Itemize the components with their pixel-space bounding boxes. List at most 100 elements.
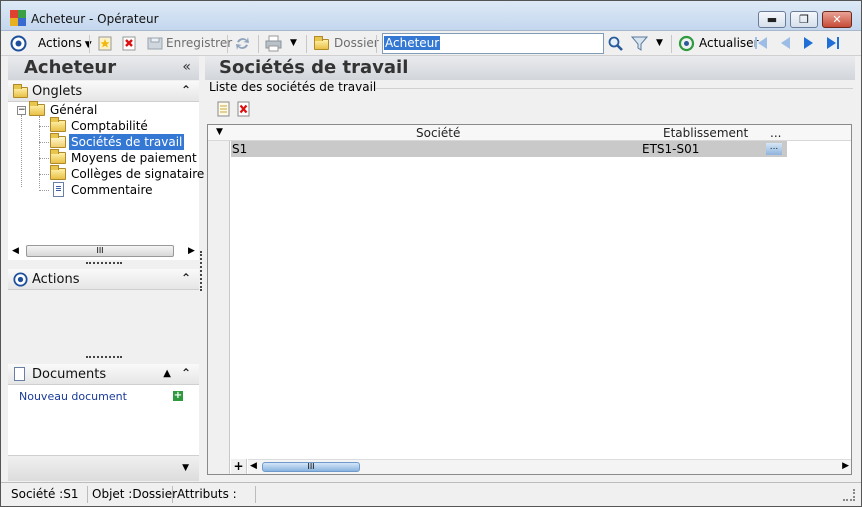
- collapse-up-icon[interactable]: ⌃: [181, 366, 191, 380]
- print-dropdown-icon[interactable]: ▼: [290, 35, 297, 52]
- document-icon: [53, 182, 64, 197]
- folder-icon: [314, 36, 329, 50]
- tree-collapse-toggle[interactable]: −: [17, 106, 26, 115]
- title-bar[interactable]: Acheteur - Opérateur ▬ ❐ ✕: [1, 1, 861, 31]
- main-panel-header: Sociétés de travail: [205, 56, 855, 80]
- main-panel: Sociétés de travail Liste des sociétés d…: [205, 56, 855, 481]
- scroll-thumb[interactable]: III: [262, 462, 360, 472]
- refresh-icon[interactable]: [678, 35, 695, 52]
- save-button[interactable]: Enregistrer: [166, 35, 232, 52]
- cell-societe[interactable]: S1: [232, 142, 247, 156]
- tabs-section-header[interactable]: Onglets ⌃: [8, 81, 199, 102]
- sync-arrows-icon[interactable]: [234, 35, 251, 52]
- splitter-grip[interactable]: [86, 356, 122, 360]
- open-folder-icon: [50, 133, 66, 148]
- folder-icon: [50, 165, 66, 180]
- new-row-icon[interactable]: [217, 101, 231, 117]
- folder-icon: [29, 101, 45, 116]
- tree-line: [39, 174, 49, 175]
- scroll-left-icon[interactable]: ◀: [250, 461, 257, 471]
- list-groupbox: Liste des sociétés de travail ▼ Société …: [205, 80, 855, 481]
- cell-etablissement[interactable]: ETS1-S01: [642, 142, 699, 156]
- collapse-up-icon[interactable]: ⌃: [181, 83, 191, 97]
- tree-item-label: Comptabilité: [71, 119, 148, 133]
- toolbar-separator: [671, 35, 672, 53]
- grid-horizontal-scrollbar[interactable]: ◀ III ▶: [248, 459, 851, 474]
- vertical-splitter-grip[interactable]: [200, 251, 204, 291]
- chevron-up-icon[interactable]: ▲: [163, 368, 171, 379]
- new-star-icon[interactable]: [97, 35, 114, 52]
- scroll-right-icon[interactable]: ▶: [188, 246, 195, 256]
- table-row[interactable]: S1 ETS1-S01 ...: [231, 141, 787, 157]
- delete-icon[interactable]: [121, 35, 138, 52]
- actions-section-body: [8, 290, 199, 351]
- documents-section-header[interactable]: Documents ▲ ⌃: [8, 364, 199, 385]
- first-record-icon[interactable]: [753, 34, 769, 52]
- save-icon: [147, 37, 163, 50]
- toolbar-separator: [227, 35, 228, 53]
- previous-record-icon[interactable]: [777, 34, 793, 52]
- close-button[interactable]: ✕: [822, 11, 852, 28]
- status-attributs: Attributs :: [174, 486, 256, 503]
- folder-icon: [50, 149, 66, 164]
- row-menu-icon[interactable]: ▼: [216, 127, 223, 137]
- search-icon[interactable]: [607, 35, 624, 52]
- folder-icon: [50, 117, 66, 132]
- toolbar-separator: [258, 35, 259, 53]
- add-icon[interactable]: +: [173, 391, 183, 401]
- search-input-value: Acheteur: [384, 36, 441, 50]
- column-header-societe[interactable]: Société: [416, 126, 460, 140]
- status-objet: Objet :Dossier: [89, 486, 177, 503]
- toolbar: Actions ▼ Enregistrer ▼ Dossier Acheteur…: [1, 31, 861, 56]
- actions-section-label: Actions: [32, 272, 80, 287]
- next-record-icon[interactable]: [801, 34, 817, 52]
- maximize-button[interactable]: ❐: [790, 11, 818, 28]
- filter-icon[interactable]: [631, 35, 648, 52]
- splitter-grip[interactable]: [86, 262, 122, 266]
- left-panel-header: Acheteur «: [8, 56, 199, 80]
- scroll-thumb[interactable]: III: [26, 245, 174, 257]
- group-label: Liste des sociétés de travail: [209, 80, 381, 94]
- actions-target-icon[interactable]: [10, 35, 27, 52]
- filter-dropdown-icon[interactable]: ▼: [656, 35, 663, 52]
- add-row-button[interactable]: +: [231, 459, 247, 474]
- refresh-button[interactable]: Actualiser: [699, 35, 759, 52]
- last-record-icon[interactable]: [825, 34, 841, 52]
- document-icon: [14, 367, 25, 381]
- column-header-more[interactable]: ...: [770, 126, 781, 140]
- left-panel: Acheteur « Onglets ⌃ − Général Comptabil…: [8, 56, 204, 481]
- tabs-tree: − Général Comptabilité Sociétés de trava…: [8, 101, 204, 243]
- actions-section-header[interactable]: Actions ⌃: [8, 269, 199, 290]
- application-window: Acheteur - Opérateur ▬ ❐ ✕ Actions ▼ Enr…: [0, 0, 862, 507]
- collapse-up-icon[interactable]: ⌃: [181, 271, 191, 285]
- documents-section-body: Nouveau document +: [8, 385, 199, 455]
- chevron-down-icon[interactable]: ▼: [182, 463, 189, 473]
- column-header-etablissement[interactable]: Etablissement: [663, 126, 748, 140]
- group-divider: [375, 88, 853, 89]
- tree-root-label: Général: [50, 103, 98, 117]
- scroll-left-icon[interactable]: ◀: [12, 246, 19, 256]
- resize-grip[interactable]: [843, 489, 855, 501]
- row-indicator-column: [208, 125, 230, 474]
- left-panel-footer: ▼: [8, 455, 199, 481]
- app-icon: [10, 10, 26, 26]
- chevron-down-icon: ▼: [81, 40, 92, 50]
- collapse-panel-button[interactable]: «: [182, 59, 191, 75]
- tree-line: [39, 190, 49, 191]
- actions-menu-label: Actions: [38, 36, 82, 50]
- row-ellipsis-button[interactable]: ...: [766, 143, 782, 155]
- actions-menu[interactable]: Actions ▼: [38, 35, 92, 52]
- folder-button[interactable]: Dossier: [334, 35, 379, 52]
- delete-row-icon[interactable]: [237, 101, 251, 117]
- print-icon[interactable]: [265, 35, 282, 52]
- data-grid[interactable]: ▼ Société Etablissement ... S1 ETS1-S01 …: [207, 124, 852, 475]
- tree-line: [39, 158, 49, 159]
- scroll-right-icon[interactable]: ▶: [842, 461, 849, 471]
- tree-item-label: Moyens de paiement: [71, 151, 197, 165]
- documents-section-label: Documents: [32, 367, 107, 382]
- tree-horizontal-scrollbar[interactable]: ◀ III ▶: [8, 243, 199, 260]
- search-input[interactable]: Acheteur: [382, 33, 604, 54]
- new-document-link[interactable]: Nouveau document: [19, 390, 127, 403]
- minimize-button[interactable]: ▬: [758, 11, 786, 28]
- toolbar-separator: [89, 35, 90, 53]
